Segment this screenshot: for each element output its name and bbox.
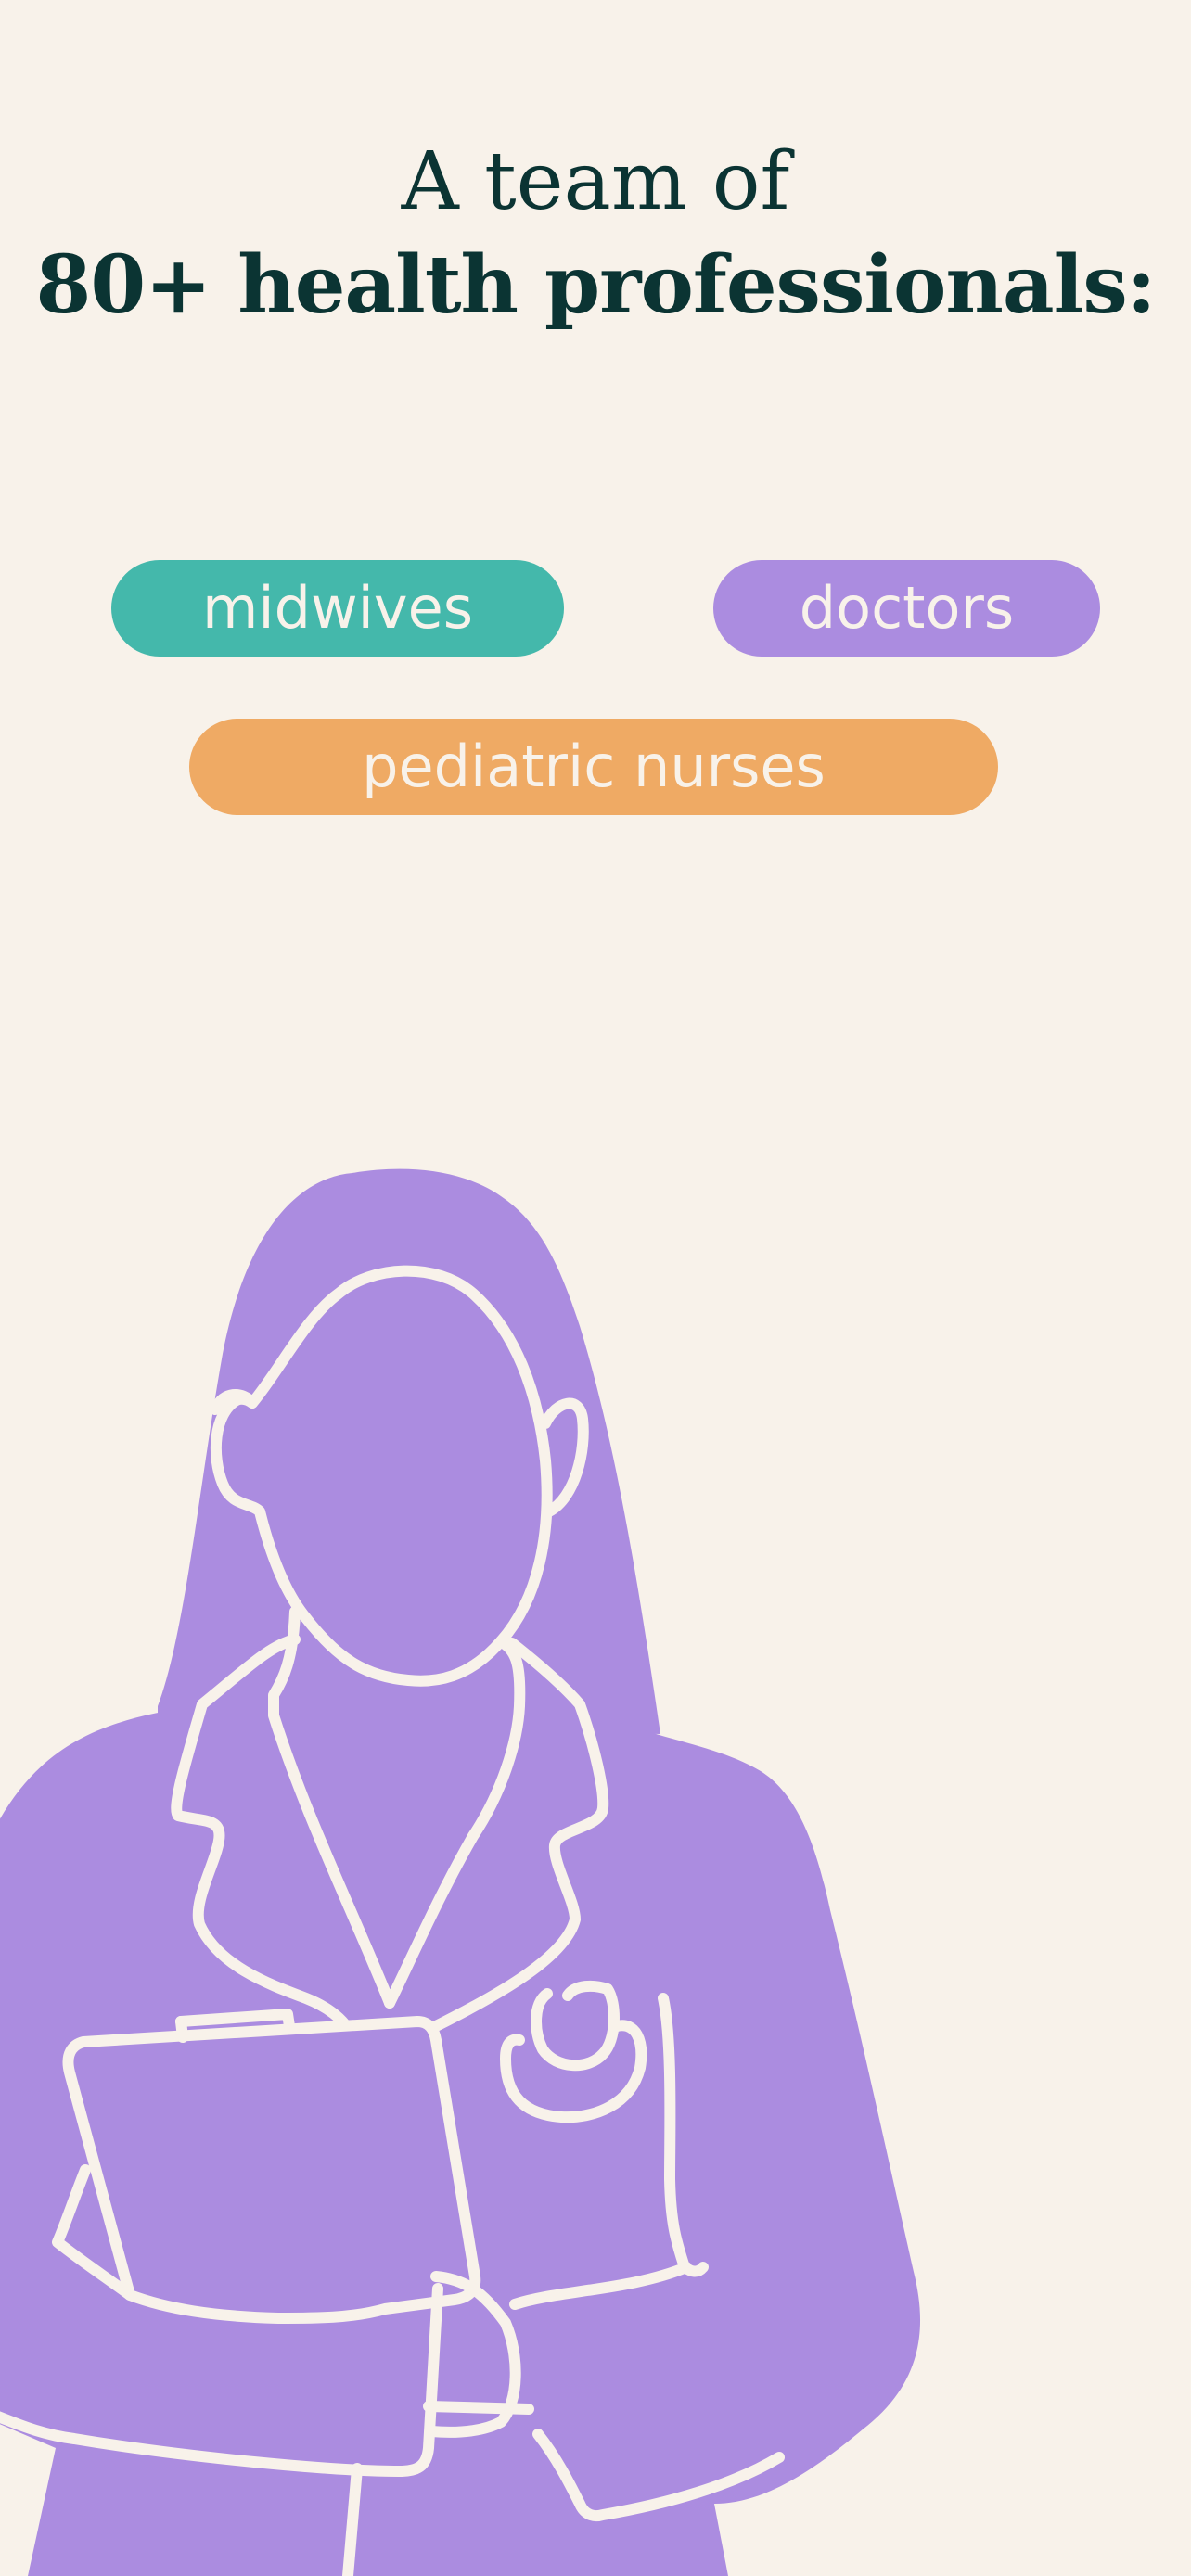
tag-midwives: midwives — [111, 560, 564, 657]
tag-doctors: doctors — [713, 560, 1100, 657]
clipboard-shape — [62, 2016, 481, 2324]
page-title: A team of 80+ health professionals: — [0, 130, 1191, 338]
doctor-illustration-icon — [0, 1168, 920, 2576]
title-line-2: 80+ health professionals: — [35, 238, 1157, 332]
page: A team of 80+ health professionals: midw… — [0, 0, 1191, 2576]
title-line-1: A team of — [401, 135, 790, 228]
tag-pediatric-nurses: pediatric nurses — [189, 719, 998, 815]
